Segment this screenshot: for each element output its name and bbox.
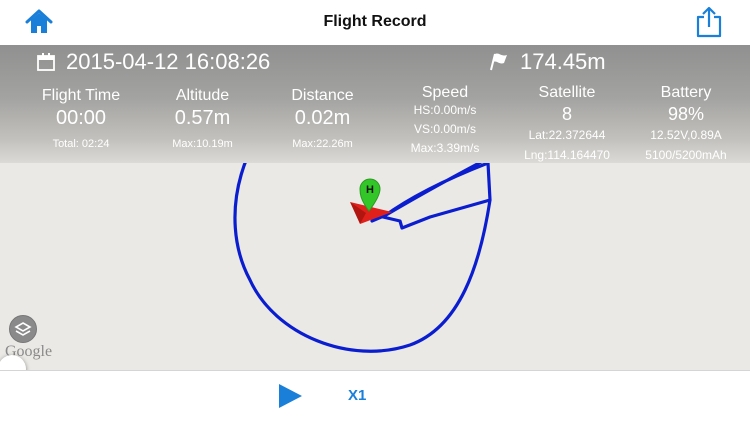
stat-lat: Lat:22.372644 [528,128,606,142]
stat-value: 98% [667,104,705,124]
stat-power: 12.52V,0.89A [650,128,722,142]
stat-sub: Total: 02:24 [52,138,110,150]
stat-distance: Distance 0.02m Max:22.26m [270,87,375,150]
page-title: Flight Record [323,13,427,30]
stat-vs: VS:0.00m/s [413,122,477,136]
total-distance-text: 174.45m [520,49,606,74]
stat-battery: Battery 98% 12.52V,0.89A 5100/5200mAh [630,84,742,163]
play-button[interactable] [277,383,303,409]
stat-altitude: Altitude 0.57m Max:10.19m [150,87,255,150]
stat-label: Battery [660,84,712,101]
stat-label: Flight Time [41,87,121,104]
play-icon [279,384,302,408]
stat-hs: HS:0.00m/s [413,103,477,117]
stat-sub: Max:10.19m [172,138,233,150]
stat-value: 8 [561,104,572,124]
stat-label: Distance [291,87,354,104]
flight-date: 2015-04-12 16:08:26 [36,49,270,75]
share-icon [696,6,722,38]
stat-value: 00:00 [55,107,107,129]
stat-label: Speed [421,84,469,101]
stat-label: Satellite [538,84,596,101]
navigation-bar: Flight Record [0,0,750,45]
playback-speed-button[interactable]: X1 [348,387,366,404]
stat-value: 0.02m [294,107,351,129]
flight-date-text: 2015-04-12 16:08:26 [66,49,271,74]
stat-satellite: Satellite 8 Lat:22.372644 Lng:114.164470 [513,84,621,163]
playback-bar [0,370,750,422]
stat-speed: Speed HS:0.00m/s VS:0.00m/s Max:3.39m/s [395,84,495,156]
map-layers-button[interactable] [9,315,37,343]
stat-max: Max:3.39m/s [410,141,480,155]
total-distance: 174.45m [488,49,606,75]
calendar-icon [37,53,55,71]
stat-lng: Lng:114.164470 [524,148,610,162]
home-marker-label: H [366,184,374,196]
stat-value: 0.57m [174,107,231,129]
share-button[interactable] [694,5,724,39]
stat-label: Altitude [175,87,230,104]
stat-flight-time: Flight Time 00:00 Total: 02:24 [20,87,142,150]
stat-capacity: 5100/5200mAh [645,148,727,162]
flag-icon [490,53,507,71]
stat-sub: Max:22.26m [292,138,353,150]
layers-icon [14,322,32,336]
